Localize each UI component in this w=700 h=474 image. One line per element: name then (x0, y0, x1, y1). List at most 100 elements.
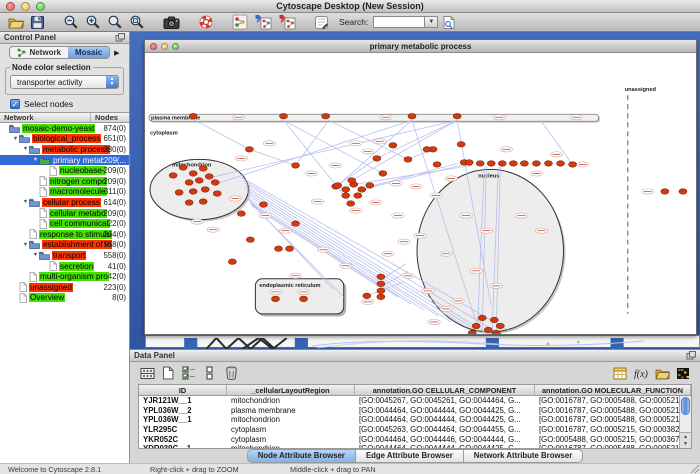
table-scrollbar[interactable]: ▲▼ (679, 396, 691, 448)
network-tree-row[interactable]: ▼establishment of lo558(0) (0, 240, 129, 251)
tree-expand-icon[interactable]: ▼ (22, 199, 29, 205)
network-tree-row[interactable]: ▼primary metab209(... (0, 155, 129, 166)
graph-node[interactable] (354, 193, 362, 199)
graph-node[interactable] (465, 160, 473, 166)
graph-node[interactable] (245, 147, 253, 153)
graph-node[interactable] (509, 161, 517, 167)
graph-node[interactable] (379, 171, 387, 177)
graph-node[interactable] (189, 171, 197, 177)
graph-node[interactable] (433, 162, 441, 168)
network-tree-row[interactable]: mosaic-demo-yeast874(0) (0, 123, 129, 134)
graph-node[interactable] (342, 187, 350, 193)
graph-node[interactable] (292, 221, 300, 227)
graph-node[interactable] (487, 161, 495, 167)
attribute-table-header[interactable]: ID_cellularLayoutRegionannotation.GO CEL… (139, 385, 691, 396)
graph-node[interactable] (213, 191, 221, 197)
graph-node[interactable] (189, 189, 197, 195)
tree-expand-icon[interactable]: ▼ (22, 242, 29, 248)
delete-attribute-icon[interactable] (222, 365, 240, 382)
zoom-fit-icon[interactable] (105, 14, 125, 31)
zoom-selected-icon[interactable] (127, 14, 147, 31)
graph-node[interactable] (377, 288, 385, 294)
graph-edge[interactable] (193, 119, 249, 149)
network-tree-row[interactable]: multi-organism pro42(0) (0, 271, 129, 282)
minimize-button[interactable] (21, 2, 30, 11)
select-attributes-icon[interactable] (180, 365, 198, 382)
table-column-header[interactable]: annotation.GO CELLULAR_COMPONENT (355, 385, 535, 395)
graph-node[interactable] (661, 189, 669, 195)
network-minimize-button[interactable] (161, 43, 168, 50)
zoom-button[interactable] (36, 2, 45, 11)
graph-node[interactable] (476, 161, 484, 167)
graph-node[interactable] (185, 200, 193, 206)
network-tree-row[interactable]: unassigned223(0) (0, 282, 129, 293)
network-canvas[interactable]: plasma membranecytoplasmmitochondrionnuc… (145, 53, 696, 334)
tree-expand-icon[interactable]: ▼ (32, 252, 39, 258)
graph-node[interactable] (484, 327, 492, 333)
tree-column-network[interactable]: Network (0, 113, 91, 122)
graph-node[interactable] (366, 183, 374, 189)
tab-network[interactable]: Network (10, 47, 68, 58)
tab-node-attribute-browser[interactable]: Node Attribute Browser (247, 449, 356, 463)
node-color-dropdown[interactable]: transporter activity ▲▼ (10, 75, 119, 89)
graph-node[interactable] (453, 113, 461, 119)
graph-node[interactable] (377, 274, 385, 280)
graph-node[interactable] (201, 187, 209, 193)
network-tree-row[interactable]: cellular metabo209(0) (0, 208, 129, 219)
network-close-button[interactable] (150, 43, 157, 50)
annotation-icon[interactable] (312, 14, 331, 31)
network-tree-row[interactable]: nucleobase-209(0) (0, 165, 129, 176)
graph-node[interactable] (492, 330, 500, 334)
table-icon[interactable] (611, 365, 629, 382)
table-row[interactable]: YPL036W__2plasma membrane[GO:0044464, GO… (139, 406, 691, 416)
table-row[interactable]: YJR121W__1mitochondrion[GO:0045267, GO:0… (139, 396, 691, 406)
attribute-grid-icon[interactable] (138, 365, 156, 382)
network-tree-row[interactable]: ▼metabolic process280(0) (0, 144, 129, 155)
graph-node[interactable] (189, 113, 197, 119)
graph-node[interactable] (246, 237, 254, 243)
graph-node[interactable] (179, 165, 187, 171)
tab-edge-attribute-browser[interactable]: Edge Attribute Browser (355, 449, 464, 463)
graph-node[interactable] (496, 323, 504, 329)
table-row[interactable]: YLR295Ccytoplasm[GO:0045263, GO:0044464,… (139, 425, 691, 435)
graph-node[interactable] (348, 178, 356, 184)
tab-network-attribute-browser[interactable]: Network Attribute Browser (463, 449, 584, 463)
graph-node[interactable] (322, 113, 330, 119)
graph-node[interactable] (342, 193, 350, 199)
network-tree-row[interactable]: macromolecule311(0) (0, 187, 129, 198)
network-tree-row[interactable]: nitrogen compo209(0) (0, 176, 129, 187)
graph-node[interactable] (520, 161, 528, 167)
select-nodes-checkbox[interactable]: ✓ (10, 99, 20, 109)
graph-node[interactable] (569, 162, 577, 168)
tree-expand-icon[interactable]: ▼ (22, 146, 29, 152)
graph-node[interactable] (237, 211, 245, 217)
table-row[interactable]: YKR052Ccytoplasm[GO:0044464, GO:0044446,… (139, 434, 691, 444)
network-blue-icon[interactable] (252, 14, 274, 31)
unselect-attributes-icon[interactable] (201, 365, 219, 382)
graph-node[interactable] (185, 180, 193, 186)
graph-edge[interactable] (540, 120, 572, 164)
graph-edge[interactable] (284, 120, 351, 203)
more-tabs-icon[interactable]: ▶ (114, 49, 119, 57)
zoom-in-icon[interactable] (83, 14, 103, 31)
graph-node[interactable] (169, 173, 177, 179)
tree-column-nodes[interactable]: Nodes (91, 113, 129, 122)
search-config-icon[interactable] (440, 14, 458, 31)
search-dropdown-icon[interactable]: ▼ (425, 16, 438, 28)
region-plasma-membrane[interactable] (149, 114, 599, 121)
graph-node[interactable] (532, 161, 540, 167)
tree-expand-icon[interactable]: ▼ (32, 157, 39, 163)
graph-node[interactable] (175, 190, 183, 196)
network-tree-row[interactable]: ▼transport558(0) (0, 250, 129, 261)
graph-node[interactable] (279, 113, 287, 119)
graph-node[interactable] (363, 293, 371, 299)
tab-mosaic[interactable]: Mosaic (68, 47, 109, 58)
graph-node[interactable] (334, 183, 342, 189)
help-lifebuoy-icon[interactable] (196, 14, 216, 31)
graph-node[interactable] (377, 294, 385, 300)
graph-node[interactable] (472, 323, 480, 329)
graph-node[interactable] (498, 161, 506, 167)
tree-expand-icon[interactable]: ▼ (12, 136, 19, 142)
save-session-icon[interactable] (28, 14, 47, 31)
graph-node[interactable] (347, 201, 355, 207)
